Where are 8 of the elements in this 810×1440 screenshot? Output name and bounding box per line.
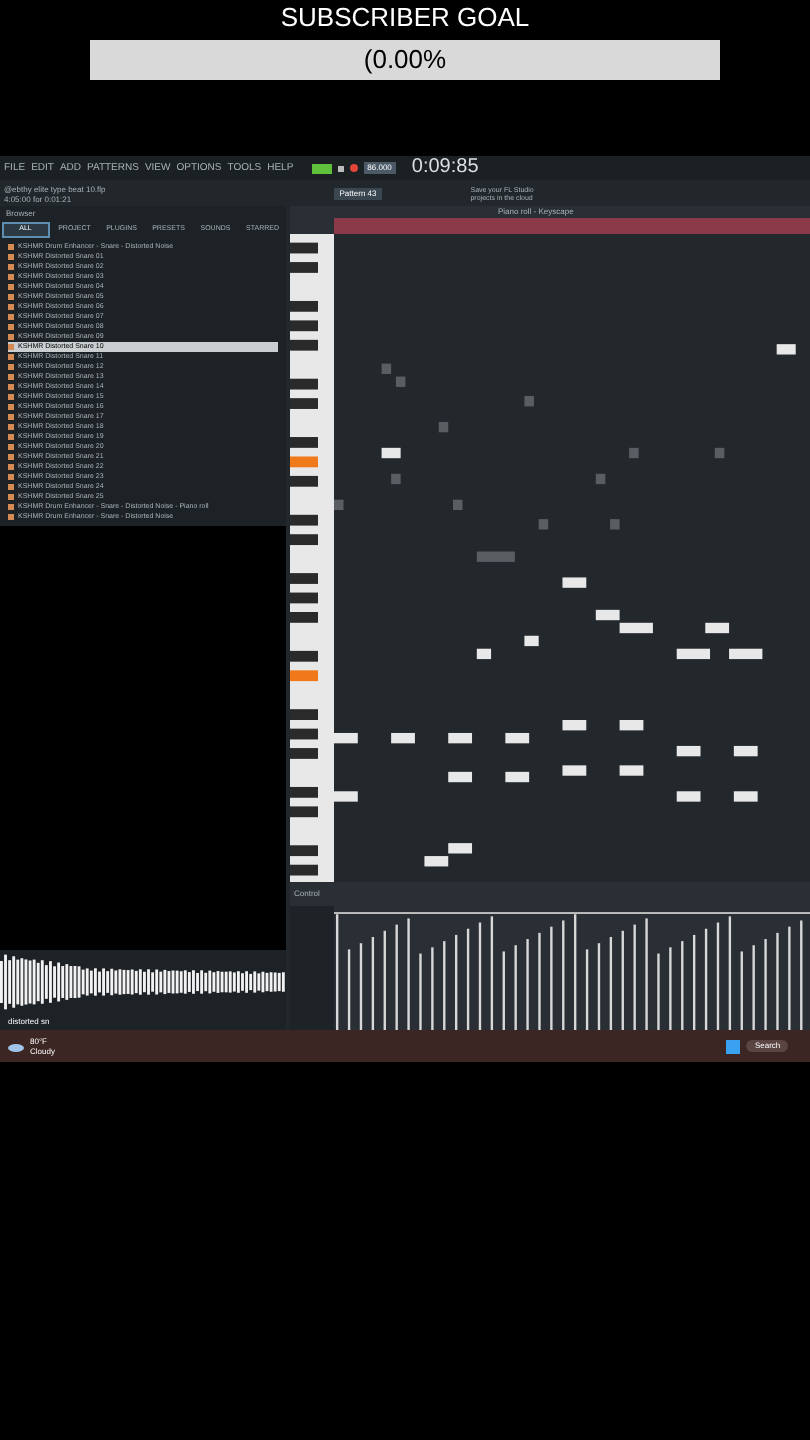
record-button[interactable] — [349, 164, 358, 172]
goal-percent: (0.00% — [363, 42, 447, 79]
cloud-icon — [8, 1041, 24, 1051]
windows-start-icon[interactable] — [726, 1039, 741, 1053]
play-button[interactable] — [311, 163, 332, 173]
goal-title: SUBSCRIBER GOAL — [280, 2, 530, 34]
waveform-icon — [0, 950, 286, 1014]
time-display: 0:09:85 — [411, 158, 479, 178]
